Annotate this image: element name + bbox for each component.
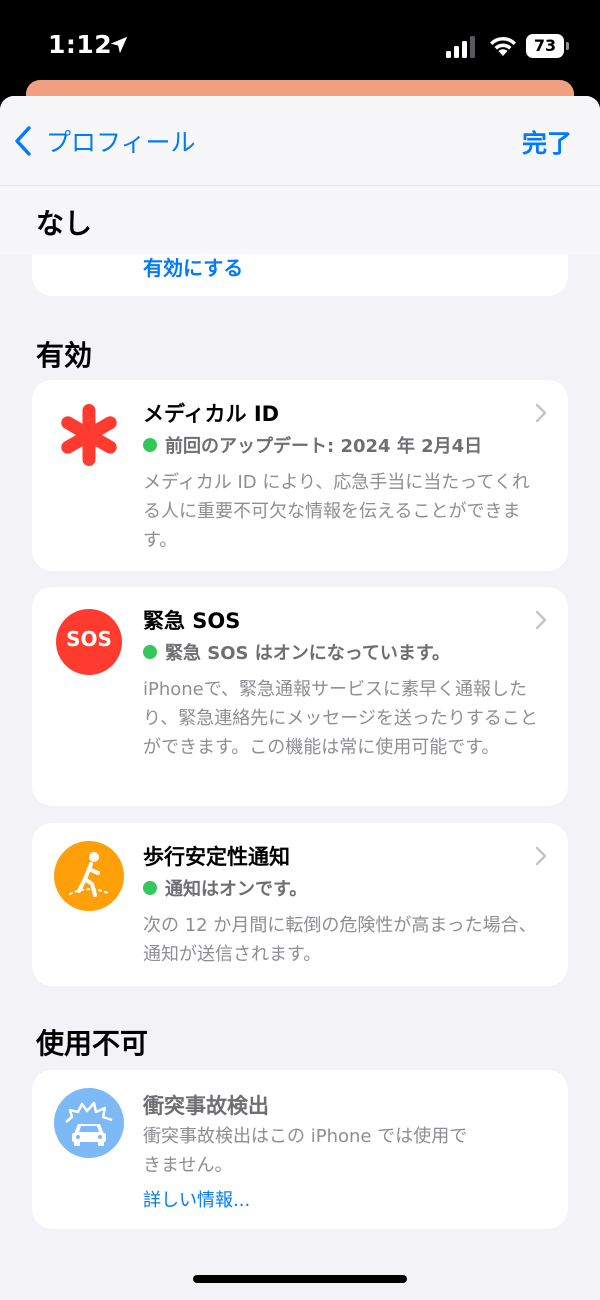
status-bar: 1:12 73	[0, 0, 600, 80]
section-title-none: なし	[36, 207, 93, 240]
emergency-sos-status-text: 緊急 SOS はオンになっています。	[165, 643, 451, 664]
battery-icon: 73	[526, 34, 570, 58]
chevron-right-icon	[535, 403, 547, 423]
walking-steadiness-status: 通知はオンです。	[143, 875, 307, 901]
medical-id-description: メディカル ID により、応急手当に当たってくれる人に重要不可欠な情報を伝えるこ…	[143, 472, 530, 551]
cellular-signal-icon	[446, 36, 475, 58]
status-dot	[143, 881, 157, 895]
chevron-right-icon	[535, 846, 547, 866]
learn-more-link[interactable]: 詳しい情報...	[143, 1186, 250, 1212]
medical-id-title: メディカル ID	[143, 402, 280, 426]
status-dot	[143, 645, 157, 659]
crash-detection-description: 衝突事故検出はこの iPhone では使用できません。	[143, 1126, 468, 1176]
status-dot	[143, 438, 157, 452]
emergency-sos-title: 緊急 SOS	[143, 609, 241, 633]
walking-steadiness-icon	[54, 841, 124, 911]
battery-level: 73	[526, 34, 564, 58]
walking-steadiness-status-text: 通知はオンです。	[165, 879, 308, 900]
enable-link[interactable]: 有効にする	[143, 252, 243, 281]
walking-steadiness-description: 次の 12 か月間に転倒の危険性が高まった場合、通知が送信されます。	[143, 915, 537, 965]
chevron-right-icon	[535, 610, 547, 630]
profile-sheet: 有効にする 有効 メディカル ID 前回のアップデート: 2024 年 2月4日…	[0, 96, 600, 1300]
sticky-section-header: なし	[0, 186, 600, 254]
medical-star-icon	[61, 404, 117, 466]
done-button[interactable]: 完了	[522, 124, 572, 160]
emergency-sos-status: 緊急 SOS はオンになっています。	[143, 639, 450, 665]
medical-id-status-text: 前回のアップデート: 2024 年 2月4日	[165, 436, 483, 457]
back-button-label: プロフィール	[46, 128, 196, 157]
back-button[interactable]: プロフィール	[12, 122, 196, 160]
location-arrow-icon	[110, 36, 128, 54]
walking-steadiness-card[interactable]: 歩行安定性通知 通知はオンです。 次の 12 か月間に転倒の危険性が高まった場合…	[32, 823, 568, 986]
section-title-enabled: 有効	[36, 339, 93, 372]
status-time: 1:12	[48, 30, 113, 59]
emergency-sos-card[interactable]: SOS 緊急 SOS 緊急 SOS はオンになっています。 iPhoneで、緊急…	[32, 587, 568, 806]
sos-icon-label: SOS	[66, 627, 112, 651]
medical-id-status: 前回のアップデート: 2024 年 2月4日	[143, 432, 482, 458]
crash-detection-card: 衝突事故検出 衝突事故検出はこの iPhone では使用できません。 詳しい情報…	[32, 1070, 568, 1229]
section-title-unavailable: 使用不可	[36, 1027, 149, 1060]
navigation-bar: プロフィール 完了	[0, 96, 600, 186]
medical-id-card[interactable]: メディカル ID 前回のアップデート: 2024 年 2月4日 メディカル ID…	[32, 380, 568, 571]
walking-steadiness-title: 歩行安定性通知	[143, 845, 290, 869]
emergency-sos-description: iPhoneで、緊急通報サービスに素早く通報したり、緊急連絡先にメッセージを送っ…	[143, 679, 538, 758]
chevron-left-icon	[15, 126, 31, 156]
crash-detection-title: 衝突事故検出	[143, 1094, 269, 1118]
home-indicator	[193, 1275, 407, 1283]
wifi-icon	[490, 36, 516, 56]
crash-detection-icon	[54, 1088, 124, 1158]
